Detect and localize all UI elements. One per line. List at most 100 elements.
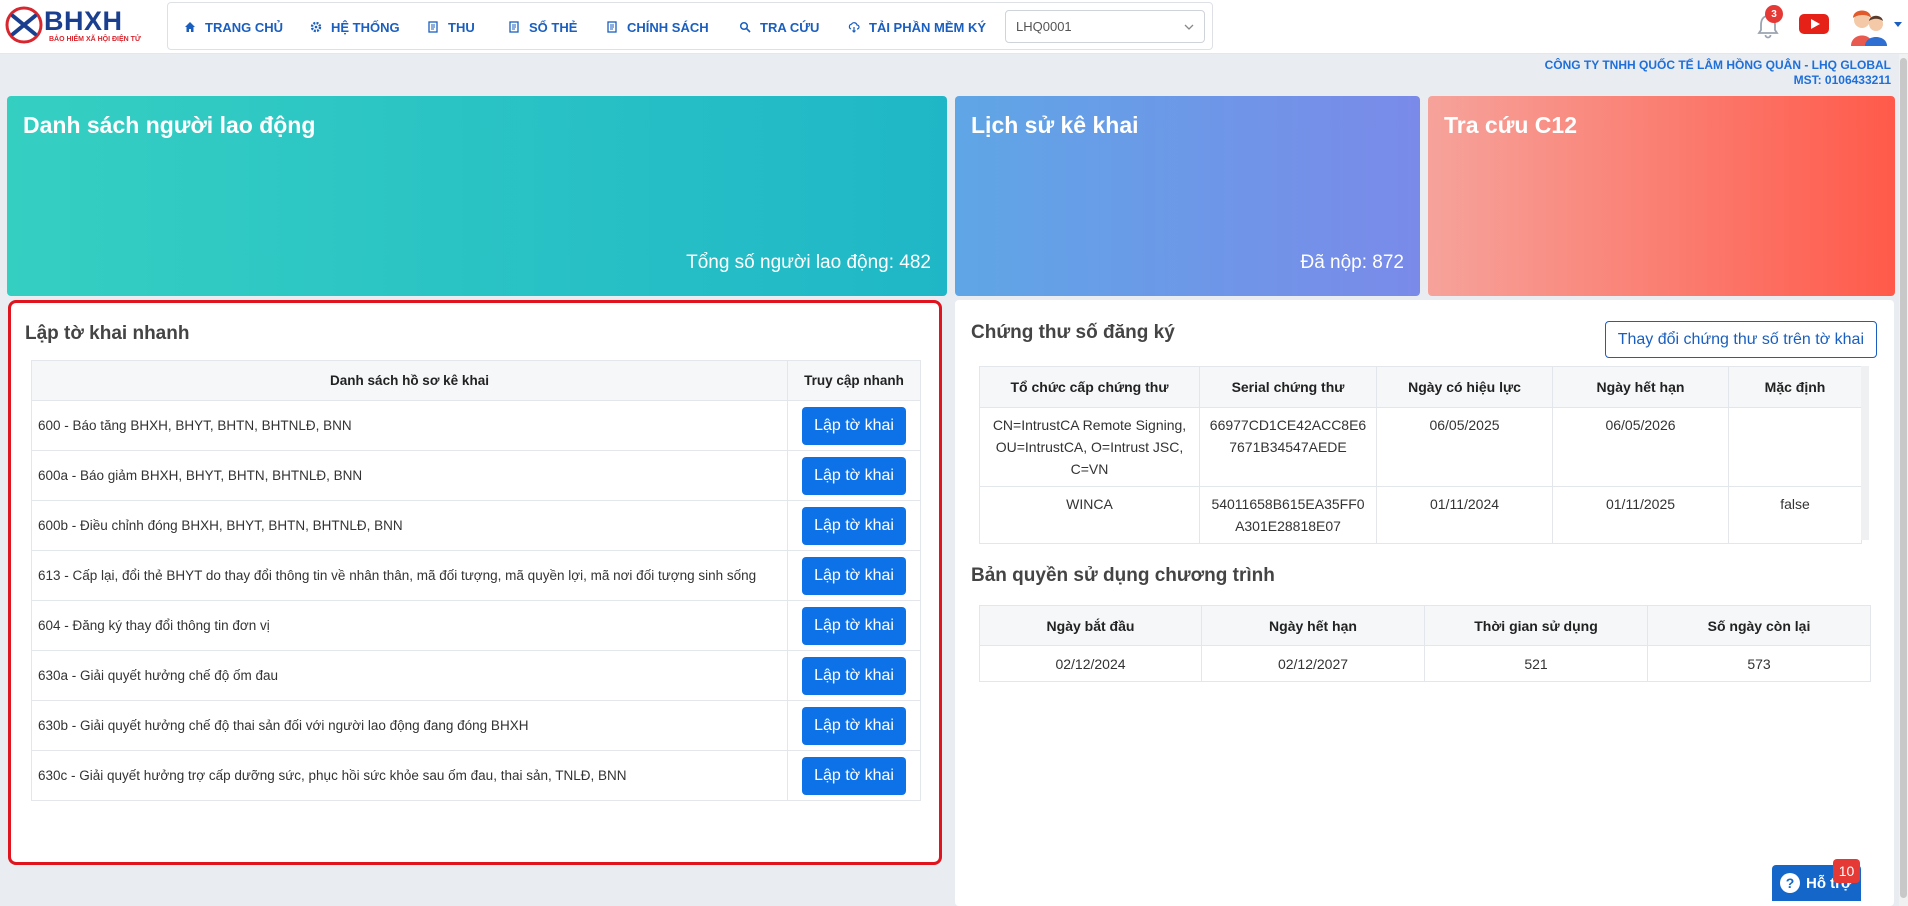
cert-issuer: CN=IntrustCA Remote Signing, OU=IntrustC… [979, 407, 1200, 487]
nav-item-so-the[interactable]: SỔ THẺ [508, 3, 577, 51]
column-header: Ngày có hiệu lực [1376, 366, 1553, 408]
logo-text: BHXH [44, 6, 123, 36]
table-row: 02/12/2024 02/12/2027 521 573 [979, 645, 1871, 682]
nav-label: TẢI PHẦN MỀM KÝ [869, 19, 986, 35]
cert-valid-from: 01/11/2024 [1376, 486, 1553, 544]
create-form-button[interactable]: Lập tờ khai [802, 556, 906, 595]
nav-item-thu[interactable]: THU [427, 3, 475, 51]
form-name: 600 - Báo tăng BHXH, BHYT, BHTN, BHTNLĐ,… [31, 400, 788, 451]
nav-label: TRA CỨU [760, 19, 820, 35]
card-icon [508, 21, 520, 33]
table-header-row: Danh sách hồ sơ kê khai Truy cập nhanh [31, 360, 921, 401]
license-remaining-days: 573 [1647, 645, 1871, 682]
logo-mark-icon [5, 6, 43, 44]
help-icon: ? [1780, 873, 1800, 893]
youtube-icon[interactable] [1799, 14, 1829, 34]
column-header: Ngày hết hạn [1552, 366, 1729, 408]
create-form-button[interactable]: Lập tờ khai [802, 656, 906, 695]
table-header-row: Tổ chức cấp chứng thư Serial chứng thư N… [979, 366, 1862, 408]
column-header: Mặc định [1728, 366, 1862, 408]
column-header: Serial chứng thư [1199, 366, 1377, 408]
unit-select[interactable]: LHQ0001 [1005, 10, 1205, 43]
table-row: 613 - Cấp lại, đổi thẻ BHYT do thay đổi … [31, 550, 921, 601]
card-c12-lookup[interactable]: Tra cứu C12 [1428, 96, 1895, 296]
license-title: Bản quyền sử dụng chương trình [971, 565, 1275, 586]
support-badge: 10 [1833, 859, 1860, 883]
form-name: 613 - Cấp lại, đổi thẻ BHYT do thay đổi … [31, 550, 788, 601]
bhxh-logo[interactable]: BHXH BẢO HIỂM XÃ HỘI ĐIỆN TỬ [4, 3, 154, 49]
cert-expiry: 01/11/2025 [1552, 486, 1729, 544]
certificate-panel: Chứng thư số đăng ký Thay đổi chứng thư … [955, 300, 1894, 906]
nav-label: HỆ THỐNG [331, 19, 400, 35]
nav-item-tai-phan-mem[interactable]: TẢI PHẦN MỀM KÝ [848, 3, 986, 51]
certificate-table: Tổ chức cấp chứng thư Serial chứng thư N… [979, 366, 1862, 544]
column-header: Truy cập nhanh [787, 360, 921, 401]
table-row: 630a - Giải quyết hưởng chế độ ốm đau Lậ… [31, 650, 921, 701]
cert-serial: 66977CD1CE42ACC8E67671B34547AEDE [1199, 407, 1377, 487]
form-name: 630c - Giải quyết hưởng trợ cấp dưỡng sứ… [31, 750, 788, 801]
form-name: 600b - Điều chỉnh đóng BHXH, BHYT, BHTN,… [31, 500, 788, 551]
card-employee-list[interactable]: Danh sách người lao động Tổng số người l… [7, 96, 947, 296]
certificate-scrollbar[interactable] [1861, 366, 1869, 540]
company-info: CÔNG TY TNHH QUỐC TẾ LÂM HỒNG QUÂN - LHQ… [1545, 58, 1891, 88]
unit-select-value: LHQ0001 [1016, 19, 1072, 34]
company-tax-code: MST: 0106433211 [1793, 73, 1891, 87]
nav-label: CHÍNH SÁCH [627, 19, 709, 35]
column-header: Danh sách hồ sơ kê khai [31, 360, 788, 401]
cert-issuer: WINCA [979, 486, 1200, 544]
certificate-title: Chứng thư số đăng ký [971, 322, 1175, 343]
license-start: 02/12/2024 [979, 645, 1202, 682]
license-table: Ngày bắt đầu Ngày hết hạn Thời gian sử d… [979, 605, 1871, 682]
card-stat: Tổng số người lao động: 482 [686, 252, 931, 273]
card-declaration-history[interactable]: Lịch sử kê khai Đã nộp: 872 [955, 96, 1420, 296]
create-form-button[interactable]: Lập tờ khai [802, 506, 906, 545]
column-header: Ngày bắt đầu [979, 605, 1202, 646]
search-icon [739, 21, 751, 33]
scrollbar-thumb[interactable] [1900, 58, 1907, 898]
chevron-down-icon [1184, 24, 1194, 30]
nav-item-tra-cuu[interactable]: TRA CỨU [739, 3, 819, 51]
create-form-button[interactable]: Lập tờ khai [802, 756, 906, 795]
user-avatar[interactable] [1848, 6, 1888, 46]
nav-label: TRANG CHỦ [205, 19, 283, 35]
create-form-button[interactable]: Lập tờ khai [802, 406, 906, 445]
table-row: 630c - Giải quyết hưởng trợ cấp dưỡng sứ… [31, 750, 921, 801]
change-certificate-button[interactable]: Thay đổi chứng thư số trên tờ khai [1604, 321, 1877, 358]
cert-valid-from: 06/05/2025 [1376, 407, 1553, 487]
column-header: Ngày hết hạn [1201, 605, 1425, 646]
form-name: 630a - Giải quyết hưởng chế độ ốm đau [31, 650, 788, 701]
cert-serial: 54011658B615EA35FF0A301E28818E07 [1199, 486, 1377, 544]
form-name: 604 - Đăng ký thay đổi thông tin đơn vị [31, 600, 788, 651]
nav-item-system[interactable]: HỆ THỐNG [310, 3, 400, 51]
license-end: 02/12/2027 [1201, 645, 1425, 682]
page-scrollbar[interactable] [1899, 54, 1908, 906]
table-row: 600a - Báo giảm BHXH, BHYT, BHTN, BHTNLĐ… [31, 450, 921, 501]
top-header: BHXH BẢO HIỂM XÃ HỘI ĐIỆN TỬ TRANG CHỦ H… [0, 0, 1908, 54]
table-row: WINCA 54011658B615EA35FF0A301E28818E07 0… [979, 486, 1862, 544]
cloud-download-icon [848, 21, 860, 33]
column-header: Thời gian sử dụng [1424, 605, 1648, 646]
home-icon [184, 21, 196, 33]
table-row: 604 - Đăng ký thay đổi thông tin đơn vị … [31, 600, 921, 651]
notification-badge: 3 [1765, 5, 1783, 23]
logo-subtitle: BẢO HIỂM XÃ HỘI ĐIỆN TỬ [49, 36, 141, 43]
nav-label: THU [448, 19, 475, 35]
table-row: 600 - Báo tăng BHXH, BHYT, BHTN, BHTNLĐ,… [31, 400, 921, 451]
card-title: Danh sách người lao động [23, 112, 316, 138]
create-form-button[interactable]: Lập tờ khai [802, 706, 906, 745]
nav-item-home[interactable]: TRANG CHỦ [184, 3, 283, 51]
card-stat: Đã nộp: 872 [1300, 252, 1404, 273]
main-nav: TRANG CHỦ HỆ THỐNG THU SỔ THẺ CHÍNH SÁCH… [167, 2, 1213, 50]
form-name: 600a - Báo giảm BHXH, BHYT, BHTN, BHTNLĐ… [31, 450, 788, 501]
table-row: 630b - Giải quyết hưởng chế độ thai sản … [31, 700, 921, 751]
table-row: CN=IntrustCA Remote Signing, OU=IntrustC… [979, 407, 1862, 487]
policy-icon [606, 21, 618, 33]
column-header: Số ngày còn lại [1647, 605, 1871, 646]
table-row: 600b - Điều chỉnh đóng BHXH, BHYT, BHTN,… [31, 500, 921, 551]
nav-item-chinh-sach[interactable]: CHÍNH SÁCH [606, 3, 709, 51]
create-form-button[interactable]: Lập tờ khai [802, 456, 906, 495]
caret-down-icon[interactable] [1893, 21, 1903, 29]
create-form-button[interactable]: Lập tờ khai [802, 606, 906, 645]
quick-form-table: Danh sách hồ sơ kê khai Truy cập nhanh 6… [31, 360, 921, 801]
license-used-days: 521 [1424, 645, 1648, 682]
